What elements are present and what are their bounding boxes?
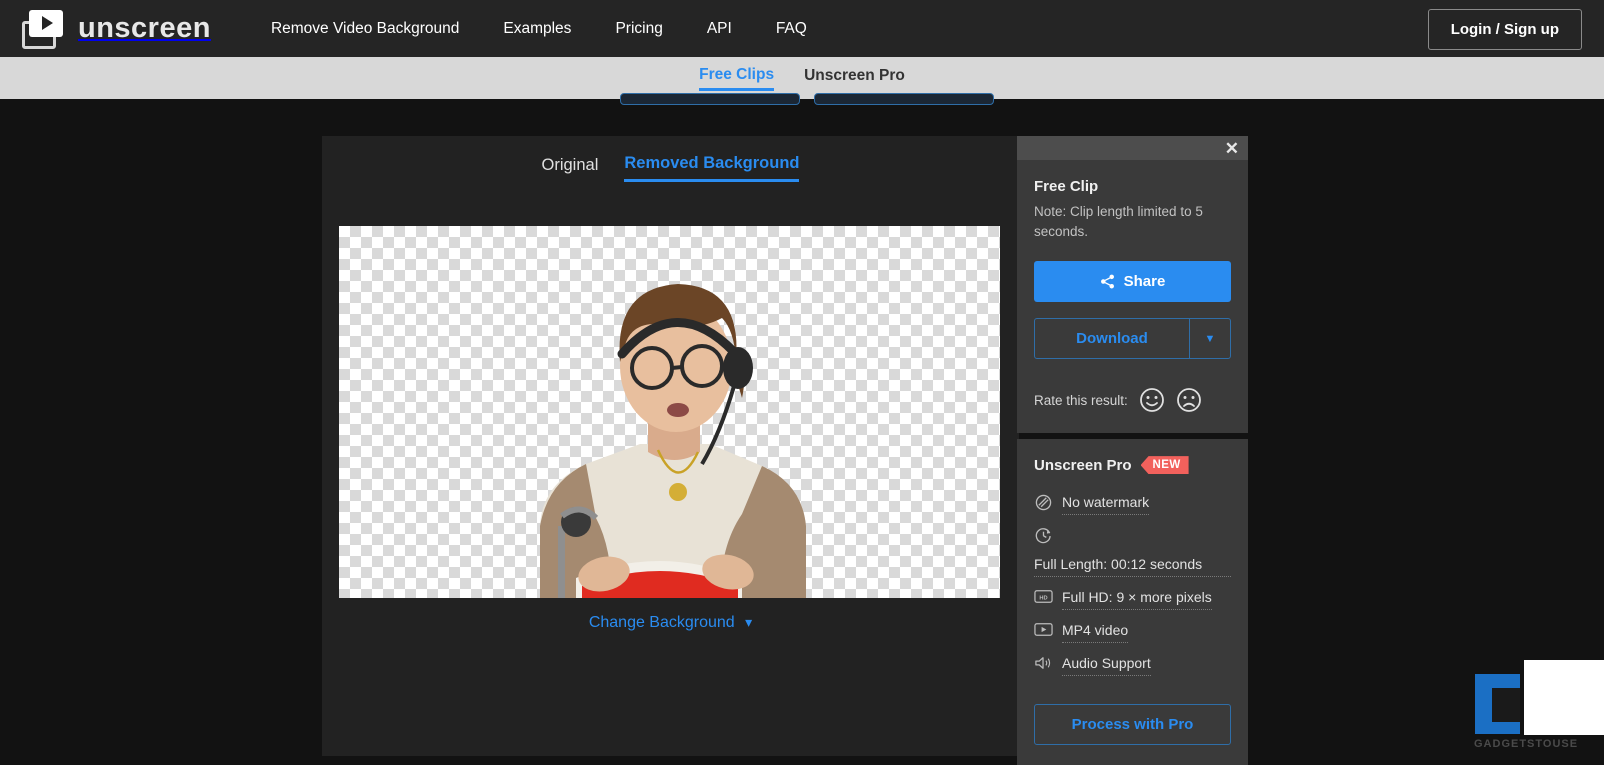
top-navigation-bar: unscreen Remove Video Background Example… [0,0,1604,57]
frowny-face-icon[interactable] [1176,387,1202,413]
scrolled-button-right[interactable] [814,93,994,105]
preview-mode-tabs: Original Removed Background [322,136,1019,182]
video-subject-image [539,284,806,598]
pro-section-header: Unscreen Pro NEW [1034,456,1231,475]
caret-down-icon[interactable]: ▼ [1189,319,1230,359]
download-button[interactable]: Download [1035,319,1189,358]
unscreen-logo[interactable]: unscreen [22,9,211,49]
pro-feature-label: Full HD: 9 × more pixels [1062,588,1212,610]
share-button[interactable]: Share [1034,261,1231,303]
scrolled-action-buttons [620,93,994,105]
pro-title: Unscreen Pro [1034,456,1132,474]
new-badge: NEW [1140,456,1189,475]
play-cards-icon [22,9,66,49]
pro-feature-mp4-video: MP4 video [1034,621,1231,643]
pro-feature-label: No watermark [1062,493,1150,516]
share-button-label: Share [1123,273,1166,291]
close-icon[interactable]: ✕ [1225,140,1239,157]
pro-feature-label: MP4 video [1062,621,1129,643]
rate-result-label: Rate this result: [1034,392,1128,408]
watermark-text: GADGETSTOUSE [1474,738,1579,750]
video-preview-card: Original Removed Background Change Backg… [322,136,1019,756]
primary-nav: Remove Video Background Examples Pricing… [271,20,807,38]
subnav-item-unscreen-pro[interactable]: Unscreen Pro [804,67,905,89]
chevron-down-icon: ▾ [745,614,753,630]
speaker-icon [1034,655,1053,671]
free-clip-title: Free Clip [1034,178,1099,195]
tab-original[interactable]: Original [542,156,599,181]
panel-header-bar: ✕ [1017,136,1248,160]
smiley-face-icon[interactable] [1139,387,1165,413]
tab-removed-background[interactable]: Removed Background [624,154,800,182]
download-split-button: Download ▼ [1034,318,1231,360]
video-file-icon [1034,622,1053,637]
pro-feature-label: Full Length: 00:12 seconds [1034,555,1231,577]
nav-item-examples[interactable]: Examples [503,20,571,38]
change-background-link[interactable]: Change Background ▾ [322,614,1019,632]
free-clip-note: Note: Clip length limited to 5 seconds. [1034,204,1203,239]
login-signup-button[interactable]: Login / Sign up [1427,9,1582,50]
pro-feature-audio-support: Audio Support [1034,654,1231,676]
video-preview-canvas[interactable] [339,226,1000,598]
pro-feature-full-hd: HD Full HD: 9 × more pixels [1034,588,1231,610]
hd-icon: HD [1034,589,1053,604]
page-body: Original Removed Background Change Backg… [0,93,1604,765]
free-clip-section: Free Clip Note: Clip length limited to 5… [1017,160,1248,434]
pro-feature-label: Audio Support [1062,654,1151,676]
no-watermark-icon [1034,494,1053,511]
rate-result-row: Rate this result: [1034,387,1231,413]
unscreen-pro-section: Unscreen Pro NEW No watermark Full Lengt… [1017,439,1248,765]
svg-text:HD: HD [1039,595,1047,601]
clock-icon [1034,527,1053,544]
gadgetstouse-watermark: GADGETSTOUSE [1440,640,1604,756]
pro-feature-full-length: Full Length: 00:12 seconds [1034,526,1231,577]
nav-item-remove-video-background[interactable]: Remove Video Background [271,20,459,38]
change-background-label: Change Background [588,614,735,631]
process-with-pro-button[interactable]: Process with Pro [1034,703,1231,745]
pro-feature-no-watermark: No watermark [1034,493,1231,516]
result-side-panel: ✕ Free Clip Note: Clip length limited to… [1017,136,1248,765]
subnav-item-free-clips[interactable]: Free Clips [699,66,775,91]
nav-item-api[interactable]: API [707,20,732,38]
nav-item-pricing[interactable]: Pricing [615,20,662,38]
share-icon [1100,274,1114,289]
logo-wordmark: unscreen [78,12,211,44]
scrolled-button-left[interactable] [620,93,800,105]
nav-item-faq[interactable]: FAQ [776,20,807,38]
